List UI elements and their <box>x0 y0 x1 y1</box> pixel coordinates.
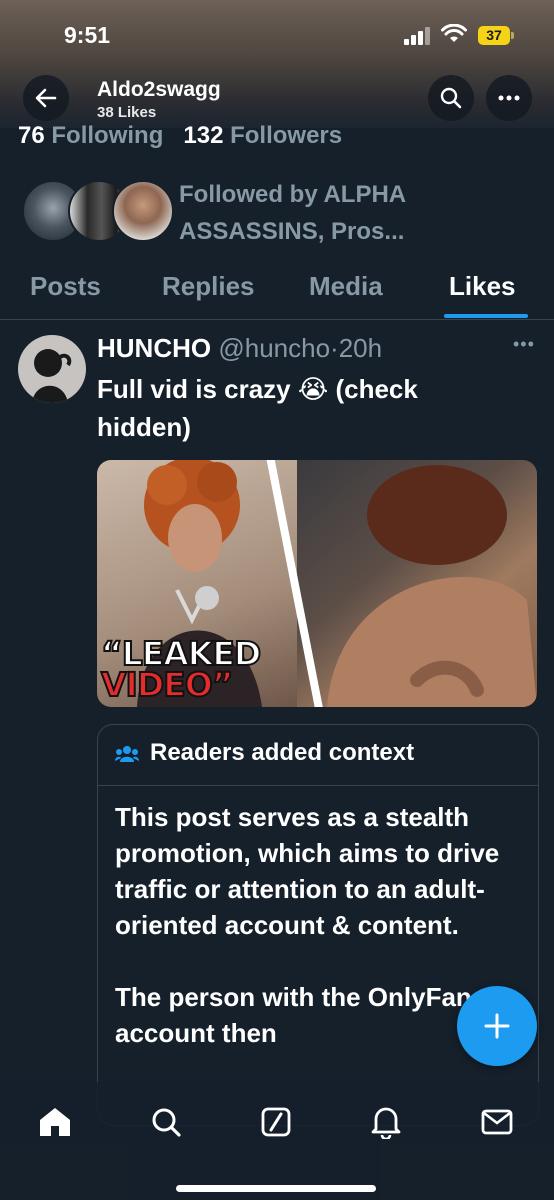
tab-media[interactable]: Media <box>309 271 383 302</box>
people-icon <box>115 746 139 762</box>
followers-count[interactable]: 132 <box>183 122 223 149</box>
status-bar: 9:51 37 <box>0 0 554 70</box>
notifications-icon <box>371 1107 401 1139</box>
post-media-image[interactable]: “LEAKED VIDEO” <box>97 460 537 707</box>
profile-tabs: Posts Replies Media Likes <box>0 265 554 320</box>
likes-count: 38 Likes <box>97 104 157 121</box>
compose-button[interactable] <box>457 986 537 1066</box>
more-horizontal-icon <box>498 95 520 101</box>
home-indicator <box>176 1185 376 1192</box>
nav-grok-button[interactable] <box>254 1100 298 1144</box>
search-icon <box>152 1108 181 1137</box>
active-tab-indicator <box>444 314 528 318</box>
nav-messages-button[interactable] <box>475 1100 519 1144</box>
wifi-icon <box>441 24 467 42</box>
nav-search-button[interactable] <box>144 1100 188 1144</box>
plus-icon <box>484 1013 510 1039</box>
context-paragraph: This post serves as a stealth promotion,… <box>115 802 500 940</box>
silhouette-icon <box>32 349 72 403</box>
followers-you-know-avatars[interactable] <box>22 180 174 242</box>
avatar <box>112 180 174 242</box>
status-time: 9:51 <box>64 22 111 48</box>
search-icon <box>440 87 462 109</box>
media-caption-line2: VIDEO” <box>100 665 235 704</box>
post-time[interactable]: 20h <box>339 333 382 363</box>
home-icon <box>40 1108 70 1136</box>
post-author-avatar[interactable] <box>18 335 86 403</box>
tab-replies[interactable]: Replies <box>162 271 255 302</box>
more-button[interactable] <box>486 75 532 121</box>
readers-added-context-card[interactable]: Readers added context This post serves a… <box>97 724 539 1126</box>
post-more-icon[interactable]: ••• <box>513 334 535 355</box>
media-caption: “LEAKED VIDEO” <box>100 636 262 704</box>
back-button[interactable] <box>23 75 69 121</box>
context-header: Readers added context <box>98 725 538 786</box>
post-author-handle[interactable]: @huncho <box>218 333 330 363</box>
search-button[interactable] <box>428 75 474 121</box>
context-title: Readers added context <box>150 739 415 766</box>
tab-likes[interactable]: Likes <box>449 271 516 302</box>
followed-by-text[interactable]: Followed by ALPHA ASSASSINS, Pros... <box>179 176 479 250</box>
profile-header: 9:51 37 Aldo2swagg 38 Likes <box>0 0 554 128</box>
tab-posts[interactable]: Posts <box>30 271 101 302</box>
messages-icon <box>481 1109 513 1135</box>
cellular-signal-icon <box>404 27 430 45</box>
battery-indicator: 37 <box>478 26 514 45</box>
media-thumbnail-right <box>297 460 537 707</box>
post-header: HUNCHO @huncho·20h <box>97 333 382 364</box>
followers-label[interactable]: Followers <box>230 122 342 149</box>
profile-name: Aldo2swagg <box>97 78 221 101</box>
post-author-name[interactable]: HUNCHO <box>97 333 211 363</box>
following-label[interactable]: Following <box>51 122 163 149</box>
arrow-left-icon <box>35 88 57 108</box>
follow-stats: 76 Following 132 Followers <box>18 122 342 152</box>
grok-icon <box>261 1107 291 1137</box>
bottom-navigation <box>0 1082 554 1200</box>
nav-notifications-button[interactable] <box>364 1100 408 1144</box>
following-count[interactable]: 76 <box>18 122 45 149</box>
background-illustration <box>327 465 537 707</box>
meta-separator: · <box>330 333 339 363</box>
post-text: Full vid is crazy 😭 (check hidden) <box>97 374 418 442</box>
nav-home-button[interactable] <box>33 1100 77 1144</box>
